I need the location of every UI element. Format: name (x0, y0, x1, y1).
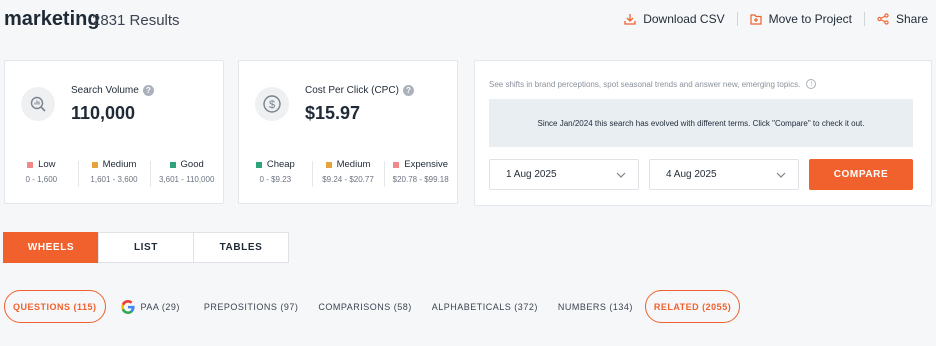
category-prepositions[interactable]: PREPOSITIONS (97) (196, 290, 307, 323)
cpc-value: $15.97 (305, 103, 361, 123)
legend-medium: Medium 1,601 - 3,600 (77, 159, 151, 187)
category-paa-label: PAA (29) (140, 301, 180, 312)
date-to-value: 4 Aug 2025 (666, 169, 717, 180)
trend-compare-card: See shifts in brand perceptions, spot se… (474, 60, 932, 206)
results-count: 2831 Results (92, 12, 180, 29)
legend-swatch (393, 161, 400, 168)
trend-note-text: See shifts in brand perceptions, spot se… (489, 79, 801, 89)
tab-list[interactable]: LIST (98, 232, 194, 263)
legend-cheap: Cheap 0 - $9.23 (239, 159, 312, 184)
share-button[interactable]: Share (877, 12, 928, 26)
legend-range: $20.78 - $99.18 (392, 175, 449, 184)
move-to-project-button[interactable]: Move to Project (749, 12, 852, 26)
search-volume-label-text: Search Volume (71, 85, 139, 96)
divider (736, 12, 738, 26)
legend-swatch (325, 161, 332, 168)
cpc-card: $ Cost Per Click (CPC) ? $15.97 Cheap 0 … (238, 60, 458, 204)
legend-range: 0 - 1,600 (25, 175, 58, 184)
category-comparisons[interactable]: COMPARISONS (58) (310, 290, 419, 323)
cpc-label-text: Cost Per Click (CPC) (305, 85, 399, 96)
trend-note: See shifts in brand perceptions, spot se… (489, 79, 817, 89)
legend-label: Medium (336, 159, 371, 170)
cpc-label: Cost Per Click (CPC) ? (305, 85, 414, 96)
tab-tables[interactable]: TABLES (193, 232, 289, 263)
legend-expensive: Expensive $20.78 - $99.18 (384, 159, 457, 187)
chevron-down-icon (616, 172, 626, 178)
category-numbers[interactable]: NUMBERS (134) (550, 290, 641, 323)
page: marketing 2831 Results Download CSV Move… (0, 0, 936, 346)
date-from-select[interactable]: 1 Aug 2025 (489, 159, 639, 190)
date-to-select[interactable]: 4 Aug 2025 (649, 159, 799, 190)
download-icon (624, 14, 636, 25)
legend-swatch (91, 161, 98, 168)
legend-swatch (255, 161, 262, 168)
legend-medium: Medium $9.24 - $20.77 (311, 159, 385, 187)
folder-icon (749, 14, 762, 25)
trend-banner: Since Jan/2024 this search has evolved w… (489, 99, 913, 147)
legend-label: Low (38, 159, 56, 170)
category-paa[interactable]: PAA (29) (112, 290, 188, 323)
legend-swatch (169, 161, 176, 168)
help-icon[interactable]: ? (402, 85, 414, 96)
header-actions: Download CSV Move to Project Share (624, 12, 928, 26)
search-volume-icon (21, 87, 55, 121)
search-volume-legend: Low 0 - 1,600 Medium 1,601 - 3,600 Good … (5, 159, 223, 187)
results-header: marketing 2831 Results Download CSV Move… (0, 0, 936, 42)
legend-label: Cheap (266, 159, 295, 170)
download-csv-button[interactable]: Download CSV (624, 12, 725, 26)
info-icon[interactable]: ! (806, 79, 817, 89)
date-from-value: 1 Aug 2025 (506, 169, 557, 180)
tab-wheels[interactable]: WHEELS (3, 232, 99, 263)
search-volume-label: Search Volume ? (71, 85, 154, 96)
chevron-down-icon (776, 172, 786, 178)
download-csv-label: Download CSV (643, 12, 725, 26)
view-tabs: WHEELS LIST TABLES (3, 232, 289, 263)
svg-text:$: $ (269, 99, 275, 111)
share-icon (877, 13, 889, 25)
share-label: Share (895, 12, 928, 26)
legend-good: Good 3,601 - 110,000 (150, 159, 223, 187)
legend-label: Medium (102, 159, 137, 170)
google-icon (120, 299, 135, 314)
legend-range: 3,601 - 110,000 (158, 175, 215, 184)
legend-low: Low 0 - 1,600 (5, 159, 78, 184)
legend-range: 1,601 - 3,600 (90, 175, 138, 184)
category-alphabeticals[interactable]: ALPHABETICALS (372) (424, 290, 546, 323)
category-related[interactable]: RELATED (2055) (644, 290, 741, 323)
dollar-icon: $ (255, 87, 289, 121)
compare-button[interactable]: COMPARE (809, 159, 913, 190)
divider (863, 12, 865, 26)
legend-label: Good (180, 159, 204, 170)
legend-swatch (27, 161, 34, 168)
search-keyword: marketing (4, 8, 100, 30)
category-filters: QUESTIONS (115) PAA (29) PREPOSITIONS (9… (4, 290, 741, 323)
search-volume-card: Search Volume ? 110,000 Low 0 - 1,600 Me… (4, 60, 224, 204)
legend-label: Expensive (404, 159, 449, 170)
help-icon[interactable]: ? (142, 85, 154, 96)
search-volume-value: 110,000 (71, 103, 136, 123)
legend-range: 0 - $9.23 (259, 175, 292, 184)
move-to-project-label: Move to Project (768, 12, 852, 26)
legend-range: $9.24 - $20.77 (322, 175, 374, 184)
category-questions[interactable]: QUESTIONS (115) (4, 290, 106, 323)
cpc-legend: Cheap 0 - $9.23 Medium $9.24 - $20.77 Ex… (239, 159, 457, 187)
